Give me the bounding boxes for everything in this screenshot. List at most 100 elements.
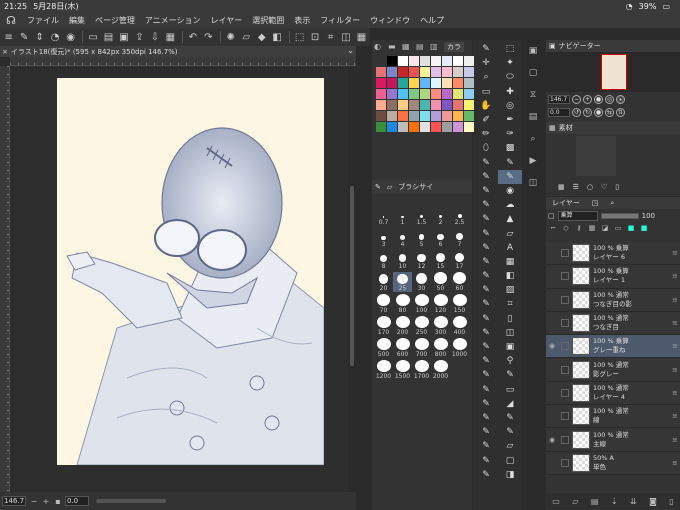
color-swatch[interactable] [387,122,397,132]
tool-icon[interactable]: ▱ [498,226,522,240]
tool-icon[interactable]: ⬭ [498,70,522,84]
drag-handle-icon[interactable]: ≡ [672,319,680,327]
color-swatch[interactable] [442,89,452,99]
brush-size-cell[interactable]: 12 [412,250,431,270]
navigator-preview[interactable] [601,54,627,90]
brush-size-cell[interactable]: 170 [374,316,393,336]
auto-action-icon[interactable]: ▶ [527,156,539,168]
tool-icon[interactable]: A [498,241,522,255]
color-swatch[interactable] [398,111,408,121]
brush-size-cell[interactable]: 250 [412,316,431,336]
zoom-in-icon[interactable]: + [41,496,51,506]
new-raster-layer-icon[interactable]: ▭ [552,497,560,506]
layer-row[interactable]: ◉ 100 % 乗算 グレー重ね ≡ [546,335,680,359]
color-swatch[interactable] [376,111,386,121]
color-swatch[interactable] [431,100,441,110]
target-icon[interactable]: ◉ [64,30,77,44]
ref-icon[interactable]: ◇ [561,224,571,234]
tool-icon[interactable]: ✏ [474,127,498,141]
tool-icon[interactable]: ✎ [474,397,498,411]
drag-handle-icon[interactable]: ≡ [672,249,680,257]
brush-size-cell[interactable]: 1700 [412,360,431,380]
transform-icon[interactable]: ◧ [270,30,283,44]
layer-row[interactable]: 100 % 乗算 レイヤー 1 ≡ [546,265,680,289]
transfer-down-icon[interactable]: ⇣ [611,497,618,506]
mask-icon[interactable]: ◪ [600,224,610,234]
rotation-field[interactable]: 0.0 [65,496,89,506]
color-swatch[interactable] [453,111,463,121]
new-vector-layer-icon[interactable]: ▱ [572,497,578,506]
tool-icon[interactable]: ⚲ [498,354,522,368]
tool-icon[interactable]: ⌕ [474,70,498,84]
ruler-icon[interactable]: ▭ [613,224,623,234]
tool-icon[interactable]: ☁ [498,198,522,212]
brush-size-cell[interactable]: 2000 [431,360,450,380]
menu-file[interactable]: ファイル [22,15,64,26]
spinner-icon[interactable]: ✺ [224,30,237,44]
rotate-right-icon[interactable]: ↻ [583,107,592,117]
tool-icon[interactable]: ◢ [498,397,522,411]
tool-icon[interactable]: ✎ [474,326,498,340]
color-green-icon[interactable]: ■ [626,224,636,234]
layer-mask-icon[interactable]: ◙ [649,497,657,506]
menu-edit[interactable]: 編集 [64,15,90,26]
color-swatch[interactable] [464,122,474,132]
menu-help[interactable]: ヘルプ [415,15,449,26]
tool-icon[interactable]: ▦ [498,255,522,269]
tool-icon[interactable]: ◎ [498,99,522,113]
tool-icon[interactable]: ✎ [474,42,498,56]
canvas-vertical-scrollbar[interactable] [348,66,356,492]
brush-size-cell[interactable]: 600 [393,338,412,358]
color-swatch[interactable] [442,67,452,77]
tool-icon[interactable]: ✎ [474,241,498,255]
brush-size-cell[interactable]: 1200 [374,360,393,380]
layer-lock-checkbox[interactable] [561,342,569,351]
trash-icon[interactable]: ▯ [615,183,619,191]
color-swatch[interactable] [409,56,419,66]
brush-size-cell[interactable]: 80 [393,294,412,314]
color-swatch[interactable] [398,122,408,132]
layer-row[interactable]: 100 % 通常 影グレー ≡ [546,358,680,382]
list-view-icon[interactable]: ☰ [573,183,579,191]
share-icon[interactable]: ◔ [48,30,61,44]
tool-icon[interactable]: ✋ [474,99,498,113]
menu-view[interactable]: 表示 [289,15,315,26]
tool-icon[interactable]: ✎ [474,439,498,453]
actual-size-icon[interactable]: ● [594,94,603,104]
drag-handle-icon[interactable]: ≡ [672,459,680,467]
color-swatch[interactable] [431,67,441,77]
color-swatch[interactable] [387,100,397,110]
layer-search-icon[interactable]: ◫ [527,178,539,190]
clip-icon[interactable]: ⌐ [548,224,558,234]
brush-size-cell[interactable]: 8 [374,250,393,270]
color-wheel-icon[interactable]: ◐ [374,42,384,52]
layer-lock-checkbox[interactable] [561,365,569,374]
color-swatch[interactable] [453,78,463,88]
color-swatches[interactable] [374,54,474,134]
brush-size-cell[interactable]: 1.5 [412,206,431,226]
tab-layer[interactable]: レイヤー [546,198,586,208]
zoom-field[interactable]: 146.7 [2,496,26,506]
fit-screen-icon[interactable]: ◎ [605,94,614,104]
opacity-value[interactable]: 100 [642,212,655,220]
drag-handle-icon[interactable]: ≡ [672,272,680,280]
color-swatch[interactable] [431,122,441,132]
brush-size-cell[interactable]: 60 [450,272,469,292]
tool-icon[interactable]: ✎ [498,156,522,170]
tool-icon[interactable]: ✎ [474,212,498,226]
color-swatch[interactable] [398,67,408,77]
color-swatch[interactable] [376,56,386,66]
layer-search-icon[interactable]: ⌕ [604,199,620,208]
brush-size-cell[interactable]: 6 [431,228,450,248]
tab-color[interactable]: カラ [444,42,464,52]
tab-brush-size[interactable]: ブラシサイ [398,182,433,192]
color-swatch[interactable] [420,100,430,110]
redo-icon[interactable]: ↷ [202,30,215,44]
brush-size-cell[interactable]: 300 [431,316,450,336]
color-swatch[interactable] [387,78,397,88]
export-icon[interactable]: ⇪ [133,30,146,44]
tool-icon[interactable]: ⬚ [498,42,522,56]
brush-size-cell[interactable]: 25 [393,272,412,292]
tool-icon[interactable]: ✦ [498,56,522,70]
color-swatch[interactable] [409,67,419,77]
